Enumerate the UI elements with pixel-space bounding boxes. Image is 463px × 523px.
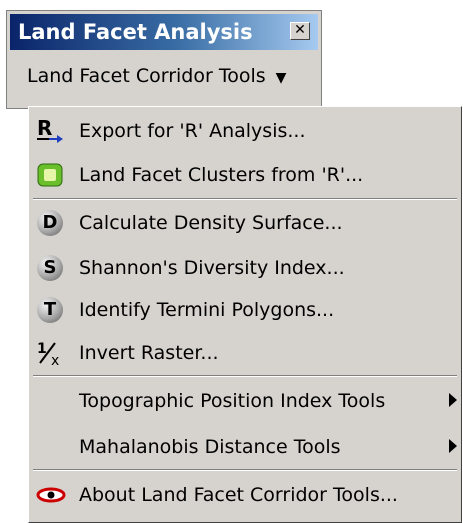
menu-item-label: Topographic Position Index Tools <box>79 390 386 412</box>
svg-text:x: x <box>51 353 59 367</box>
menu-item-label: Export for 'R' Analysis... <box>79 120 306 142</box>
close-button[interactable]: ✕ <box>290 22 310 40</box>
menu-item-about[interactable]: About Land Facet Corridor Tools... <box>29 475 459 515</box>
dropdown-label: Land Facet Corridor Tools <box>27 65 266 87</box>
invert-icon: 1 x <box>35 339 67 369</box>
menu-item-calculate-density[interactable]: D Calculate Density Surface... <box>29 203 459 243</box>
s-icon: S <box>35 254 67 282</box>
menu-item-tpi-tools[interactable]: Topographic Position Index Tools <box>29 381 459 421</box>
menu-item-mahalanobis-tools[interactable]: Mahalanobis Distance Tools <box>29 427 459 467</box>
menu-item-label: Invert Raster... <box>79 342 219 364</box>
menu-item-export-r[interactable]: R Export for 'R' Analysis... <box>29 111 459 151</box>
menu-item-label: Mahalanobis Distance Tools <box>79 436 341 458</box>
menu-item-label: Calculate Density Surface... <box>79 212 343 234</box>
menu-separator <box>33 469 457 471</box>
menu-item-invert-raster[interactable]: 1 x Invert Raster... <box>29 333 459 373</box>
menu-item-label: Identify Termini Polygons... <box>79 299 335 321</box>
menu-item-label: Shannon's Diversity Index... <box>79 257 345 279</box>
land-facet-toolbar: Land Facet Analysis ✕ Land Facet Corrido… <box>6 10 322 109</box>
clusters-icon <box>35 161 67 189</box>
land-facet-corridor-tools-dropdown[interactable]: Land Facet Corridor Tools ▼ <box>27 65 286 87</box>
toolbar-title-bar[interactable]: Land Facet Analysis ✕ <box>10 14 318 50</box>
menu-separator <box>33 375 457 377</box>
r-export-icon: R <box>35 116 67 145</box>
svg-text:R: R <box>37 117 52 140</box>
menu-separator <box>33 198 457 200</box>
t-icon: T <box>35 296 67 324</box>
menu-item-label: Land Facet Clusters from 'R'... <box>79 164 364 186</box>
submenu-arrow-icon <box>449 439 457 453</box>
corridor-tools-menu: R Export for 'R' Analysis... Land Facet … <box>28 106 462 523</box>
menu-item-label: About Land Facet Corridor Tools... <box>79 484 398 506</box>
menu-item-identify-termini[interactable]: T Identify Termini Polygons... <box>29 290 459 330</box>
eye-icon <box>35 481 67 509</box>
menu-item-shannon-diversity[interactable]: S Shannon's Diversity Index... <box>29 248 459 288</box>
d-icon: D <box>35 209 67 237</box>
dropdown-arrow-icon: ▼ <box>275 70 287 86</box>
toolbar-title: Land Facet Analysis <box>18 20 253 44</box>
close-icon: ✕ <box>294 22 306 38</box>
submenu-arrow-icon <box>449 393 457 407</box>
menu-item-land-facet-clusters[interactable]: Land Facet Clusters from 'R'... <box>29 155 459 195</box>
